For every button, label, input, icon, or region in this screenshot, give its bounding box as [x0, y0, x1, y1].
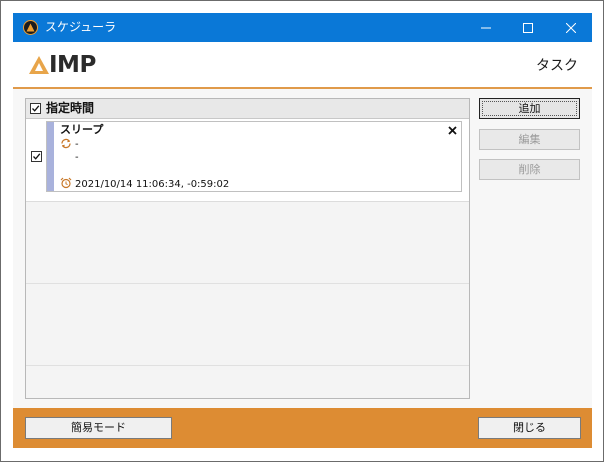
- delete-button[interactable]: 削除: [479, 159, 580, 180]
- list-item[interactable]: [26, 284, 469, 366]
- repeat-icon: [61, 138, 71, 149]
- footer-bar: 簡易モード 閉じる: [13, 408, 592, 448]
- simple-mode-button[interactable]: 簡易モード: [25, 417, 172, 439]
- group-label: 指定時間: [46, 101, 95, 115]
- close-window-button[interactable]: [550, 13, 592, 42]
- task-checkbox[interactable]: [31, 151, 42, 162]
- list-item[interactable]: [26, 202, 469, 284]
- checkmark-icon: [33, 153, 41, 160]
- add-button[interactable]: 追加: [479, 98, 580, 119]
- title-bar[interactable]: スケジューラ: [13, 13, 592, 42]
- alarm-clock-icon: [60, 177, 72, 189]
- close-button[interactable]: 閉じる: [478, 417, 581, 439]
- logo-text: IMP: [49, 52, 96, 78]
- scheduler-window: スケジューラ IMP タスク 指定時間 スリープ - - 2021/10/14 …: [0, 0, 604, 462]
- group-checkbox[interactable]: [30, 103, 41, 114]
- logo-triangle-icon: [29, 56, 49, 74]
- window-title: スケジューラ: [45, 20, 117, 34]
- checkmark-icon: [32, 105, 40, 112]
- task-title: スリープ: [60, 123, 104, 136]
- task-time: 2021/10/14 11:06:34, -0:59:02: [75, 179, 230, 190]
- page-title: タスク: [536, 58, 578, 74]
- main-content: 指定時間 スリープ - - 2021/10/14 11:06:34, -0:59…: [13, 89, 592, 408]
- task-list[interactable]: 指定時間 スリープ - - 2021/10/14 11:06:34, -0:59…: [25, 98, 470, 399]
- delete-task-icon[interactable]: [448, 123, 457, 139]
- aimp-app-icon: [23, 20, 38, 35]
- header: IMP タスク: [13, 42, 592, 89]
- minimize-button[interactable]: [465, 13, 507, 42]
- edit-button[interactable]: 編集: [479, 129, 580, 150]
- task-detail-value: -: [75, 152, 79, 163]
- list-item[interactable]: [26, 366, 469, 398]
- task-repeat-value: -: [75, 139, 79, 150]
- task-accent-bar: [47, 122, 54, 191]
- maximize-button[interactable]: [507, 13, 549, 42]
- table-row[interactable]: スリープ - - 2021/10/14 11:06:34, -0:59:02: [26, 119, 469, 202]
- task-card[interactable]: スリープ - - 2021/10/14 11:06:34, -0:59:02: [46, 121, 462, 192]
- group-header[interactable]: 指定時間: [26, 99, 469, 119]
